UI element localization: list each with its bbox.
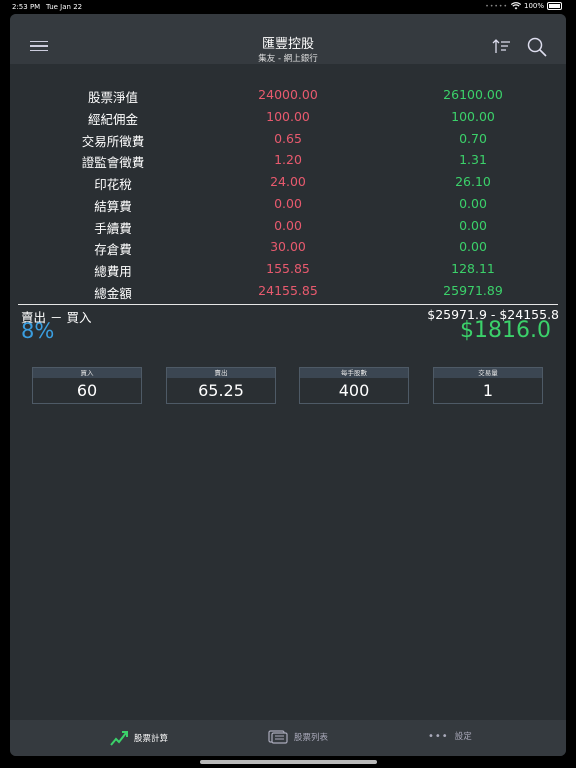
fee-sell-value: 0.70 <box>459 131 487 146</box>
table-row: 經紀佣金 100.00 100.00 <box>10 109 566 130</box>
fee-buy-value: 30.00 <box>270 239 306 254</box>
status-date: Tue Jan 22 <box>46 3 83 11</box>
buy-price-label: 買入 <box>33 368 141 378</box>
table-row: 總金額 24155.85 25971.89 <box>10 283 566 304</box>
fee-buy-value: 24.00 <box>270 174 306 189</box>
battery-icon <box>547 2 562 10</box>
fee-sell-value: 0.00 <box>459 196 487 211</box>
list-icon <box>268 730 288 744</box>
fee-buy-value: 24155.85 <box>258 283 318 298</box>
quantity-value[interactable]: 1 <box>434 378 542 403</box>
fee-label: 證監會徵費 <box>81 155 145 170</box>
fee-label: 總金額 <box>94 286 132 301</box>
fee-label: 總費用 <box>94 264 132 279</box>
chart-up-icon <box>110 731 128 746</box>
buy-price-input[interactable]: 買入 60 <box>32 367 142 404</box>
search-icon[interactable] <box>527 37 547 57</box>
fee-sell-value: 0.00 <box>459 218 487 233</box>
table-row: 股票淨值 24000.00 26100.00 <box>10 87 566 108</box>
wifi-icon <box>510 2 521 10</box>
fee-label: 經紀佣金 <box>87 112 138 127</box>
navigation-bar: 匯豐控股 集友 - 網上銀行 <box>10 14 566 64</box>
lot-size-label: 每手股數 <box>300 368 408 378</box>
more-icon: ••• <box>428 730 449 742</box>
page-subtitle: 集友 - 網上銀行 <box>258 54 318 64</box>
table-row: 總費用 155.85 128.11 <box>10 261 566 282</box>
tab-label: 股票計算 <box>134 734 169 744</box>
sell-price-input[interactable]: 賣出 65.25 <box>166 367 276 404</box>
fee-buy-value: 100.00 <box>266 109 310 124</box>
home-indicator[interactable] <box>200 760 377 764</box>
tab-settings[interactable]: ••• 設定 <box>428 730 472 743</box>
table-row: 證監會徵費 1.20 1.31 <box>10 152 566 173</box>
profit-amount: $1816.0 <box>460 318 551 343</box>
fee-buy-value: 1.20 <box>274 152 302 167</box>
fee-label: 股票淨值 <box>87 90 138 105</box>
battery-percent: 100% <box>523 2 544 10</box>
page-title: 匯豐控股 <box>261 37 314 52</box>
table-row: 印花稅 24.00 26.10 <box>10 174 566 195</box>
fee-sell-value: 0.00 <box>459 239 487 254</box>
fee-buy-value: 155.85 <box>266 261 310 276</box>
sort-icon[interactable] <box>492 38 512 54</box>
table-row: 交易所徵費 0.65 0.70 <box>10 131 566 152</box>
fee-sell-value: 100.00 <box>451 109 495 124</box>
status-time: 2:53 PM <box>12 3 41 11</box>
tab-stock-list[interactable]: 股票列表 <box>268 730 328 744</box>
profit-percent: 8% <box>21 319 55 343</box>
fee-label: 存倉費 <box>94 242 132 257</box>
sell-price-label: 賣出 <box>167 368 275 378</box>
quantity-input[interactable]: 交易量 1 <box>433 367 543 404</box>
tab-label: 股票列表 <box>294 733 329 743</box>
status-right: ••••• 100% <box>485 2 562 10</box>
fee-buy-value: 0.65 <box>274 131 302 146</box>
tab-stock-calculator[interactable]: 股票計算 <box>110 730 168 746</box>
fee-sell-value: 25971.89 <box>443 283 503 298</box>
tab-label: 設定 <box>454 732 472 742</box>
column-header-ghost <box>10 68 566 80</box>
status-bar: 2:53 PM Tue Jan 22 ••••• 100% <box>0 0 576 14</box>
fee-label: 結算費 <box>94 199 132 214</box>
app-window: 匯豐控股 集友 - 網上銀行 股票淨值 24000.00 26100.00 經紀… <box>10 14 566 756</box>
fee-buy-value: 0.00 <box>274 218 302 233</box>
fee-sell-value: 26.10 <box>455 174 491 189</box>
table-row: 存倉費 30.00 0.00 <box>10 239 566 260</box>
buy-price-value[interactable]: 60 <box>33 378 141 403</box>
fee-sell-value: 1.31 <box>459 152 487 167</box>
lot-size-input[interactable]: 每手股數 400 <box>299 367 409 404</box>
lot-size-value[interactable]: 400 <box>300 378 408 403</box>
quantity-label: 交易量 <box>434 368 542 378</box>
divider <box>18 304 558 305</box>
table-row: 結算費 0.00 0.00 <box>10 196 566 217</box>
sell-price-value[interactable]: 65.25 <box>167 378 275 403</box>
table-row: 手續費 0.00 0.00 <box>10 218 566 239</box>
fee-sell-value: 26100.00 <box>443 87 503 102</box>
fee-label: 交易所徵費 <box>81 134 145 149</box>
fee-buy-value: 24000.00 <box>258 87 318 102</box>
fee-label: 手續費 <box>94 221 132 236</box>
fee-sell-value: 128.11 <box>451 261 495 276</box>
tab-bar: 股票計算 股票列表 ••• 設定 <box>10 720 566 756</box>
fee-buy-value: 0.00 <box>274 196 302 211</box>
fee-label: 印花稅 <box>94 177 132 192</box>
signal-icon: ••••• <box>485 2 508 10</box>
